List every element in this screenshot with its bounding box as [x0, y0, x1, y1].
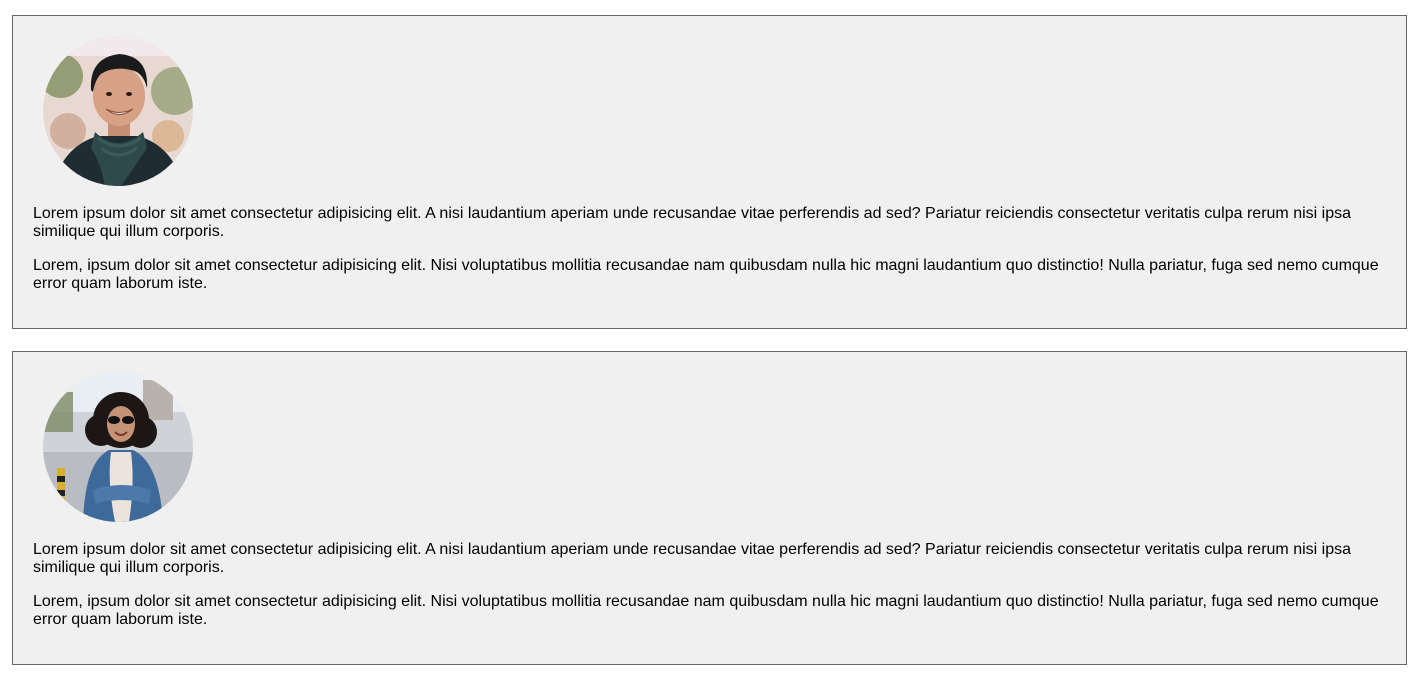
- paragraph: Lorem, ipsum dolor sit amet consectetur …: [33, 593, 1379, 628]
- avatar-photo-man: [43, 36, 193, 186]
- avatar: [43, 36, 193, 186]
- avatar-photo-woman: [43, 372, 193, 522]
- profile-card: Lorem ipsum dolor sit amet consectetur a…: [12, 15, 1407, 329]
- card-text: Lorem ipsum dolor sit amet consectetur a…: [33, 205, 1386, 309]
- paragraph: Lorem, ipsum dolor sit amet consectetur …: [33, 257, 1379, 292]
- paragraph: Lorem ipsum dolor sit amet consectetur a…: [33, 541, 1352, 576]
- paragraph: Lorem ipsum dolor sit amet consectetur a…: [33, 205, 1352, 240]
- avatar: [43, 372, 193, 522]
- profile-card: Lorem ipsum dolor sit amet consectetur a…: [12, 351, 1407, 665]
- card-text: Lorem ipsum dolor sit amet consectetur a…: [33, 541, 1386, 645]
